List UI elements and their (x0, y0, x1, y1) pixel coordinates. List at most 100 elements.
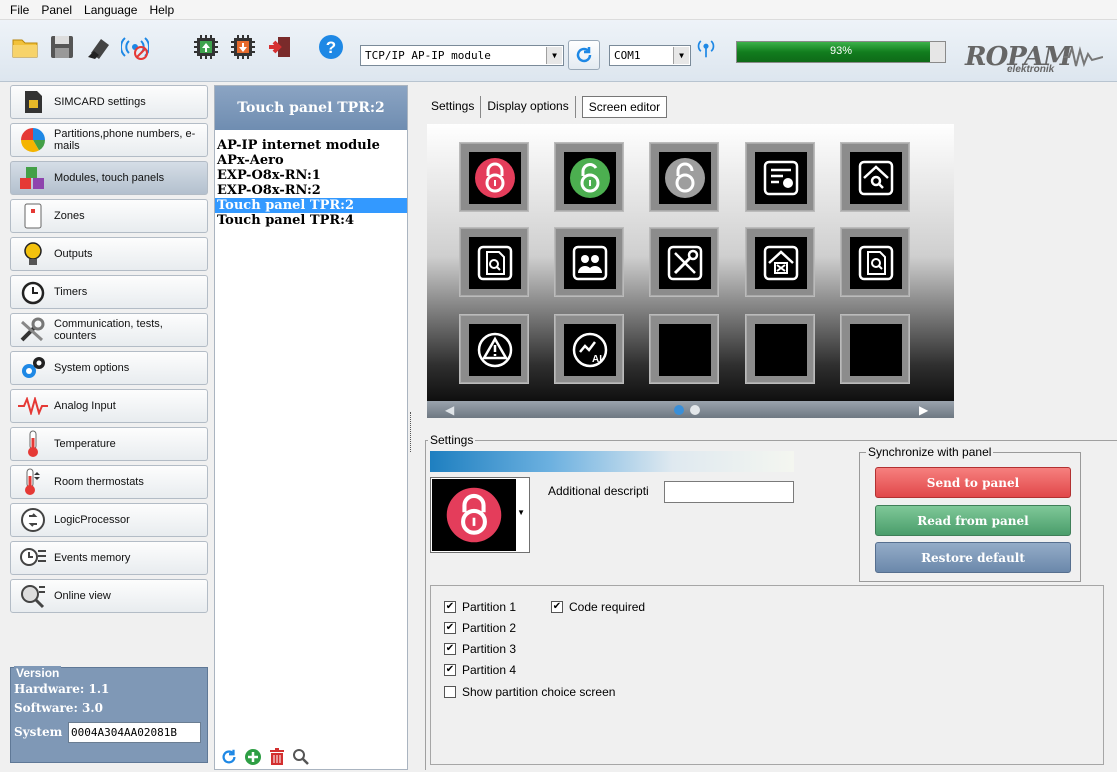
sidebar-item-communication[interactable]: Communication, tests, counters (10, 313, 208, 347)
checkbox-label: Partition 3 (462, 642, 517, 656)
prev-page-icon[interactable]: ◀ (445, 403, 454, 417)
delete-icon[interactable] (267, 747, 287, 767)
sidebar-item-temperature[interactable]: Temperature (10, 427, 208, 461)
cubes-icon (16, 164, 50, 192)
description-input[interactable] (664, 481, 794, 503)
pie-chart-icon (16, 126, 50, 154)
system-id-field[interactable]: 0004A304AA02081B (68, 722, 201, 743)
tile-users[interactable] (554, 227, 624, 297)
panel-splitter[interactable] (410, 412, 413, 452)
exit-door-icon[interactable] (265, 32, 295, 62)
tile-warning[interactable] (459, 314, 529, 384)
analog-chart-icon: AI (564, 324, 616, 376)
tab-screen-editor[interactable]: Screen editor (581, 96, 668, 118)
sidebar-item-label: Communication, tests, counters (54, 318, 163, 342)
refresh-connection-button[interactable] (568, 40, 600, 70)
device-item[interactable]: EXP-O8x-RN:1 (215, 168, 407, 183)
tile-document-zoom[interactable] (840, 227, 910, 297)
tile-empty[interactable] (745, 314, 815, 384)
menu-help[interactable]: Help (143, 3, 180, 17)
sidebar-item-analog-input[interactable]: Analog Input (10, 389, 208, 423)
sidebar-item-modules[interactable]: Modules, touch panels (10, 161, 208, 195)
document-search-icon (469, 237, 521, 289)
toolbar: ? TCP/IP AP-IP module ▼ COM1 ▼ 93% ROPAM… (0, 20, 1117, 82)
partition-4-checkbox[interactable]: ✔ Partition 4 (444, 663, 516, 677)
logo-wave-icon (1063, 46, 1103, 68)
lock-open-green-icon (564, 152, 616, 204)
color-gradient-bar[interactable] (430, 451, 794, 472)
sidebar-item-partitions[interactable]: Partitions,phone numbers, e-mails (10, 123, 208, 157)
device-item[interactable]: Touch panel TPR:4 (215, 213, 407, 228)
chip-upload-icon[interactable] (191, 32, 221, 62)
lock-grey-icon (659, 152, 711, 204)
chevron-down-icon[interactable]: ▼ (517, 508, 525, 517)
simcard-icon (16, 88, 50, 116)
sidebar-item-room-thermostats[interactable]: Room thermostats (10, 465, 208, 499)
tools-icon (16, 316, 50, 344)
sidebar-item-system-options[interactable]: System options (10, 351, 208, 385)
refresh-icon[interactable] (219, 747, 239, 767)
sidebar-item-logic-processor[interactable]: LogicProcessor (10, 503, 208, 537)
sidebar-item-timers[interactable]: Timers (10, 275, 208, 309)
icon-picker[interactable]: ▼ (430, 477, 530, 553)
progress-text: 93% (829, 45, 853, 57)
tile-analog-chart[interactable]: AI (554, 314, 624, 384)
tile-document-search[interactable] (459, 227, 529, 297)
code-required-checkbox[interactable]: ✔ Code required (551, 600, 645, 614)
device-item[interactable]: AP-IP internet module (215, 138, 407, 153)
help-icon[interactable]: ? (316, 32, 346, 62)
checkbox-label: Show partition choice screen (462, 685, 616, 699)
sidebar-item-simcard[interactable]: SIMCARD settings (10, 85, 208, 119)
tab-settings[interactable]: Settings (425, 96, 482, 118)
wireless-off-icon[interactable] (120, 32, 150, 62)
sidebar-item-zones[interactable]: Zones (10, 199, 208, 233)
menu-panel[interactable]: Panel (35, 3, 78, 17)
sidebar-item-online-view[interactable]: Online view (10, 579, 208, 613)
read-from-panel-button[interactable]: Read from panel (875, 505, 1071, 536)
sidebar-item-label: Analog Input (54, 400, 116, 412)
tab-display-options[interactable]: Display options (481, 96, 576, 118)
show-partition-choice-checkbox[interactable]: Show partition choice screen (444, 685, 615, 699)
system-label: System (14, 725, 63, 739)
com-port-select[interactable]: COM1 ▼ (609, 45, 691, 66)
partition-2-checkbox[interactable]: ✔ Partition 2 (444, 621, 516, 635)
tile-lock-closed-red[interactable] (459, 142, 529, 212)
tile-notes-bulb[interactable] (745, 142, 815, 212)
device-item[interactable]: EXP-O8x-RN:2 (215, 183, 407, 198)
page-dot[interactable] (690, 405, 700, 415)
add-icon[interactable] (243, 747, 263, 767)
tile-empty[interactable] (649, 314, 719, 384)
menu-language[interactable]: Language (78, 3, 143, 17)
save-icon[interactable] (47, 32, 77, 62)
restore-default-button[interactable]: Restore default (875, 542, 1071, 573)
chevron-down-icon[interactable]: ▼ (673, 47, 689, 64)
wireless-icon (694, 35, 718, 59)
sidebar-item-label: Modules, touch panels (54, 172, 165, 184)
sidebar-item-events-memory[interactable]: Events memory (10, 541, 208, 575)
module-select[interactable]: TCP/IP AP-IP module ▼ (360, 45, 564, 66)
tile-lock-grey[interactable] (649, 142, 719, 212)
checkbox-label: Partition 2 (462, 621, 517, 635)
next-page-icon[interactable]: ▶ (919, 403, 928, 417)
tile-empty[interactable] (840, 314, 910, 384)
partition-3-checkbox[interactable]: ✔ Partition 3 (444, 642, 516, 656)
sidebar-item-outputs[interactable]: Outputs (10, 237, 208, 271)
chip-download-icon[interactable] (228, 32, 258, 62)
device-item-selected[interactable]: Touch panel TPR:2 (215, 198, 407, 213)
device-panel-title: Touch panel TPR:2 (215, 86, 407, 130)
open-folder-icon[interactable] (10, 32, 40, 62)
send-to-panel-button[interactable]: Send to panel (875, 467, 1071, 498)
editor-page-nav: ◀ ▶ (427, 401, 954, 418)
chevron-down-icon[interactable]: ▼ (546, 47, 562, 64)
search-icon[interactable] (291, 747, 311, 767)
menu-file[interactable]: File (4, 3, 35, 17)
device-item[interactable]: APx-Aero (215, 153, 407, 168)
logo-sub: elektronik (1007, 64, 1055, 75)
page-dot-active[interactable] (674, 405, 684, 415)
tile-home-cross[interactable] (745, 227, 815, 297)
tile-home-search[interactable] (840, 142, 910, 212)
eraser-icon[interactable] (84, 32, 114, 62)
tile-tools[interactable] (649, 227, 719, 297)
tile-lock-open-green[interactable] (554, 142, 624, 212)
partition-1-checkbox[interactable]: ✔ Partition 1 (444, 600, 516, 614)
